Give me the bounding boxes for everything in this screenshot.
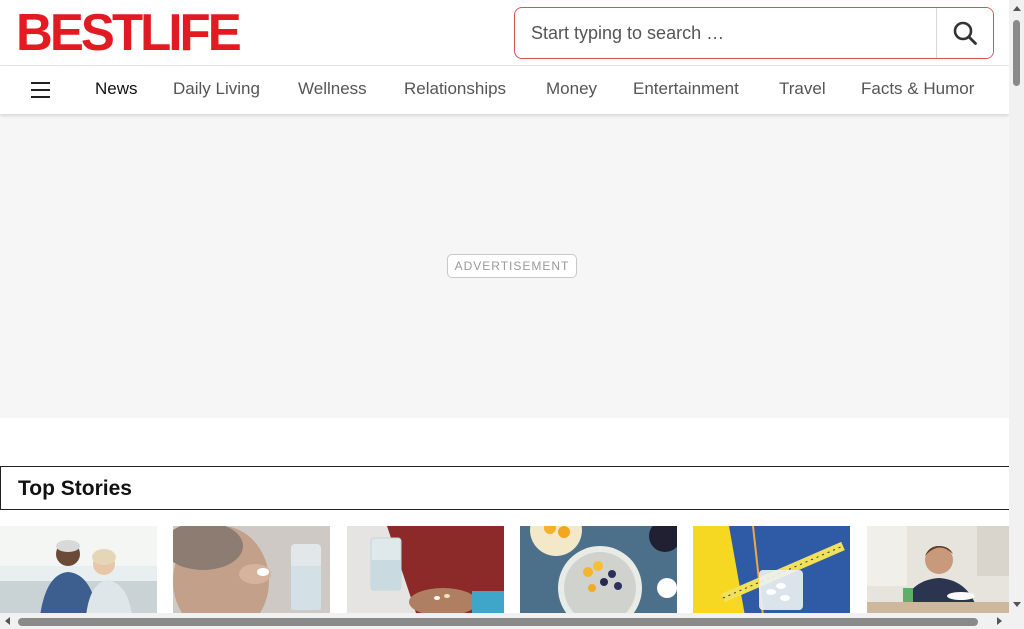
- top-stories-carousel: [0, 526, 1009, 613]
- scroll-right-arrow-icon[interactable]: [997, 617, 1002, 625]
- search-input[interactable]: [515, 8, 936, 58]
- advertisement-slot[interactable]: ADVERTISEMENT: [0, 114, 1009, 418]
- man-eating-breakfast-photo: [867, 526, 1009, 613]
- advertisement-label: ADVERTISEMENT: [447, 254, 577, 278]
- scroll-left-arrow-icon[interactable]: [5, 617, 10, 625]
- chia-pudding-fruit-bowls-photo: [520, 526, 677, 613]
- logo-text: BESTLIFE: [16, 4, 242, 62]
- story-thumbnail[interactable]: [0, 526, 157, 613]
- horizontal-scrollbar[interactable]: [0, 613, 1009, 629]
- scrollbar-corner: [1009, 613, 1024, 629]
- woman-taking-pill-photo: [173, 526, 330, 613]
- search-button[interactable]: [936, 8, 993, 58]
- nav-item-facts-humor[interactable]: Facts & Humor: [861, 79, 974, 99]
- nav-item-news[interactable]: News: [95, 79, 138, 99]
- scroll-down-arrow-icon[interactable]: [1013, 602, 1021, 607]
- horizontal-scroll-thumb[interactable]: [18, 618, 978, 626]
- story-thumbnail[interactable]: [867, 526, 1009, 613]
- nav-item-daily-living[interactable]: Daily Living: [173, 79, 260, 99]
- search-box: [514, 7, 994, 59]
- search-icon: [953, 21, 977, 45]
- page: BESTLIFE News Daily Living Wellness Rela…: [0, 0, 1009, 613]
- nav-item-wellness[interactable]: Wellness: [298, 79, 367, 99]
- site-logo[interactable]: BESTLIFE: [16, 4, 243, 62]
- story-thumbnail[interactable]: [693, 526, 850, 613]
- nav-item-entertainment[interactable]: Entertainment: [633, 79, 739, 99]
- vertical-scrollbar[interactable]: [1009, 0, 1024, 613]
- jeans-tape-measure-pills-photo: [693, 526, 850, 613]
- story-thumbnail[interactable]: [347, 526, 504, 613]
- hand-with-pills-and-water-photo: [347, 526, 504, 613]
- nav-item-travel[interactable]: Travel: [779, 79, 826, 99]
- main-nav: News Daily Living Wellness Relationships…: [0, 66, 1009, 114]
- top-stories-title: Top Stories: [18, 477, 132, 500]
- scroll-up-arrow-icon[interactable]: [1013, 6, 1021, 11]
- story-thumbnail[interactable]: [520, 526, 677, 613]
- nav-item-money[interactable]: Money: [546, 79, 597, 99]
- story-thumbnail[interactable]: [173, 526, 330, 613]
- menu-icon[interactable]: [31, 82, 51, 98]
- site-header: BESTLIFE: [0, 0, 1009, 66]
- couple-on-couch-photo: [0, 526, 157, 613]
- vertical-scroll-thumb[interactable]: [1013, 20, 1020, 86]
- top-stories-header: Top Stories: [0, 466, 1009, 510]
- nav-item-relationships[interactable]: Relationships: [404, 79, 506, 99]
